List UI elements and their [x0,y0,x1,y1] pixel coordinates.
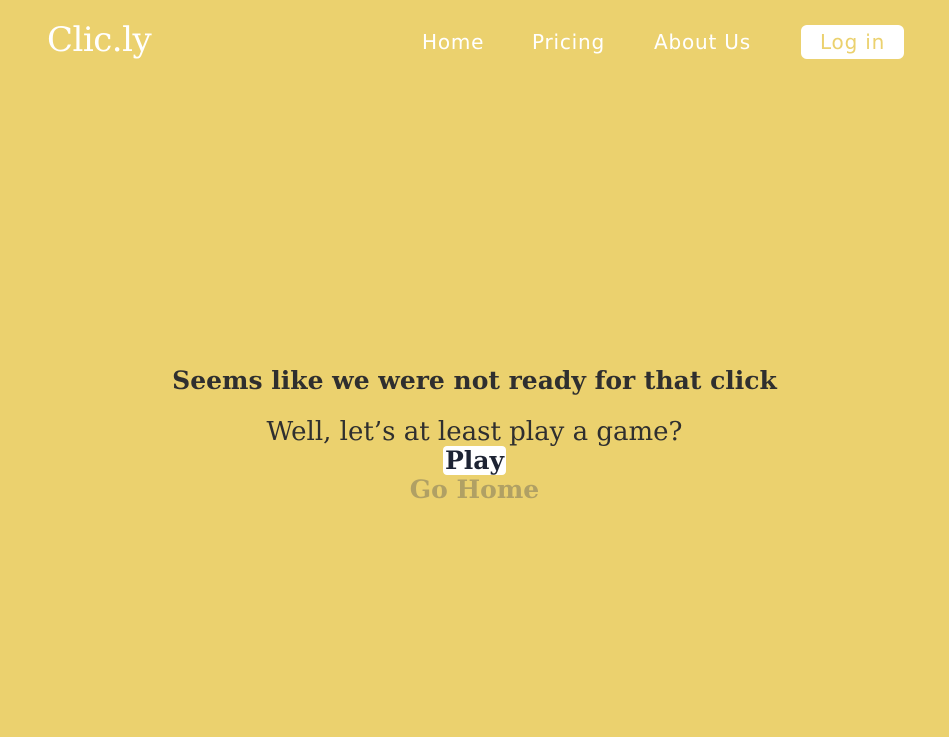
login-button[interactable]: Log in [801,25,904,59]
top-navbar: Clic.ly Home Pricing About Us Log in [0,0,949,84]
go-home-container: Go Home [0,474,949,506]
play-button[interactable]: Play [442,446,507,475]
game-prompt: Well, let’s at least play a game? [266,417,683,447]
nav-link-pricing[interactable]: Pricing [532,28,605,56]
nav-link-about-us[interactable]: About Us [654,28,751,56]
nav-link-home[interactable]: Home [422,28,484,56]
play-button-container: Play [0,446,949,475]
go-home-link[interactable]: Go Home [410,475,539,504]
error-headline: Seems like we were not ready for that cl… [172,366,777,395]
brand-logo[interactable]: Clic.ly [47,19,152,61]
